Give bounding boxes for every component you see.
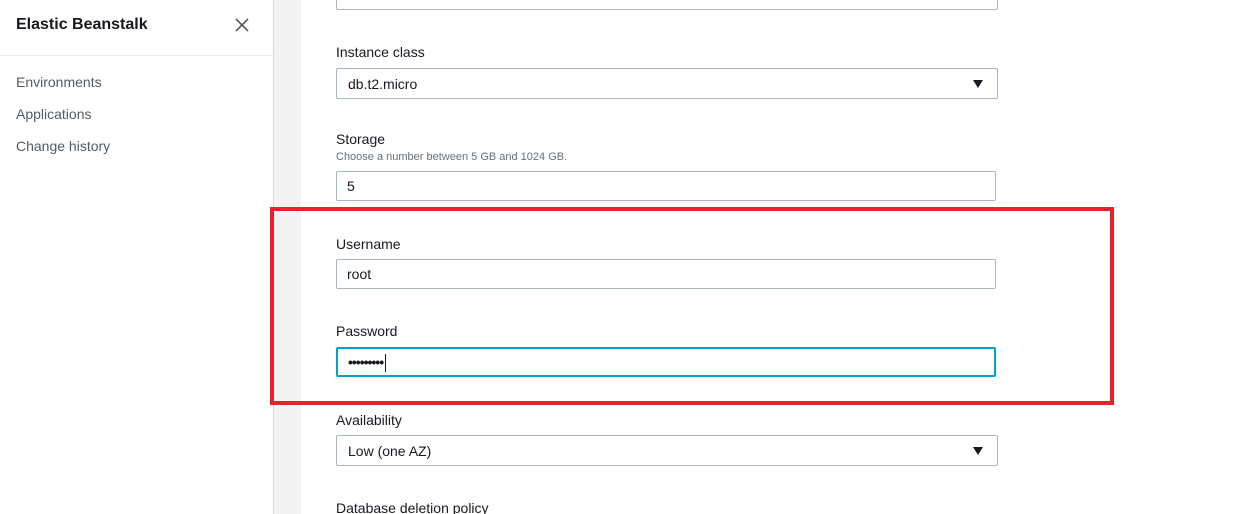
storage-label: Storage bbox=[336, 131, 386, 147]
instance-class-select[interactable]: db.t2.micro bbox=[336, 68, 998, 99]
text-cursor bbox=[385, 354, 387, 373]
sidebar-item-environments[interactable]: Environments bbox=[16, 73, 110, 105]
password-label: Password bbox=[336, 323, 398, 339]
availability-label: Availability bbox=[336, 412, 402, 428]
sidebar: Elastic Beanstalk Environments Applicati… bbox=[0, 0, 274, 514]
sidebar-item-applications[interactable]: Applications bbox=[16, 105, 110, 137]
password-masked-value: ••••••••• bbox=[348, 349, 387, 375]
storage-description: Choose a number between 5 GB and 1024 GB… bbox=[336, 151, 568, 163]
availability-value: Low (one AZ) bbox=[348, 443, 432, 459]
username-input[interactable] bbox=[336, 259, 996, 289]
sidebar-header: Elastic Beanstalk bbox=[0, 0, 273, 56]
instance-class-value: db.t2.micro bbox=[348, 76, 418, 92]
caret-down-icon bbox=[973, 80, 983, 88]
sidebar-item-change-history[interactable]: Change history bbox=[16, 137, 110, 169]
storage-input[interactable] bbox=[336, 171, 996, 201]
sidebar-title: Elastic Beanstalk bbox=[16, 16, 148, 33]
close-icon[interactable] bbox=[232, 15, 252, 35]
sidebar-nav: Environments Applications Change history bbox=[16, 73, 110, 169]
caret-down-icon bbox=[973, 447, 983, 455]
content-gutter bbox=[274, 0, 301, 514]
username-label: Username bbox=[336, 236, 401, 252]
password-input[interactable]: ••••••••• bbox=[336, 347, 996, 377]
availability-select[interactable]: Low (one AZ) bbox=[336, 435, 998, 466]
instance-class-label: Instance class bbox=[336, 44, 425, 60]
app-root: Elastic Beanstalk Environments Applicati… bbox=[0, 0, 1245, 514]
previous-field-input[interactable] bbox=[336, 0, 998, 10]
database-settings-form: Instance class db.t2.micro Storage Choos… bbox=[301, 0, 1245, 514]
deletion-policy-label: Database deletion policy bbox=[336, 500, 489, 514]
